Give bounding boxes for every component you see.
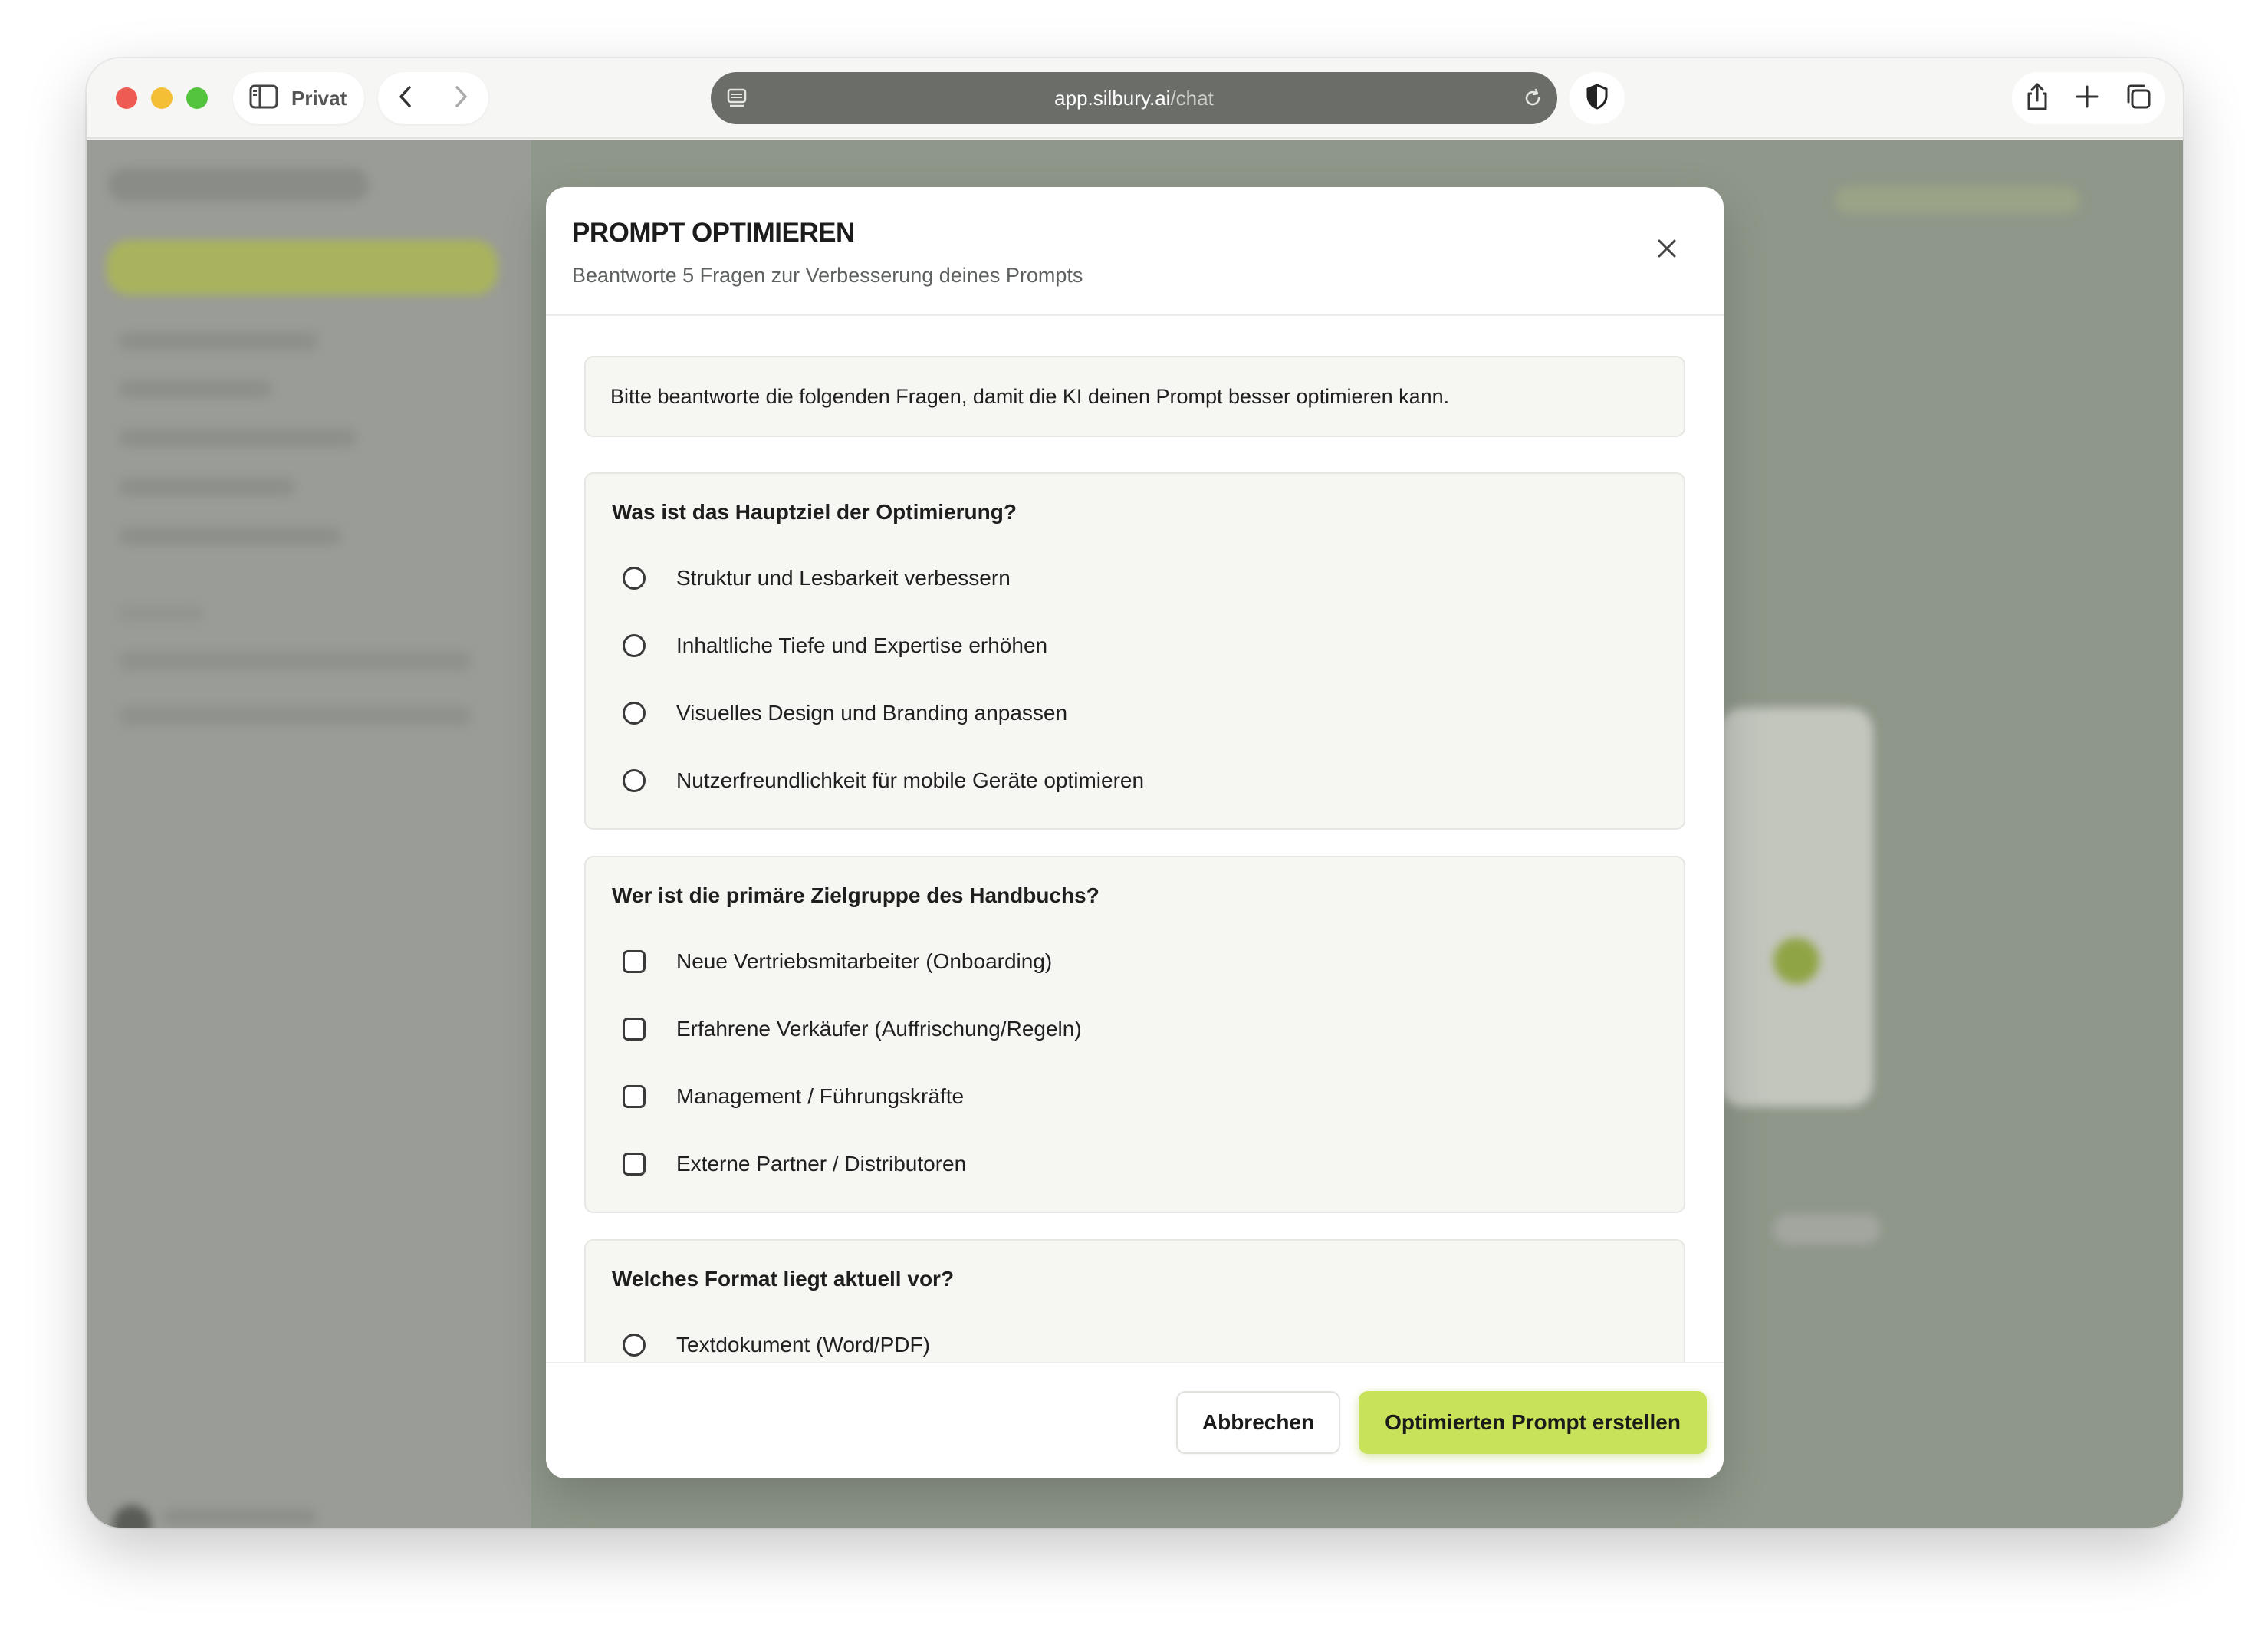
close-dialog-button[interactable] xyxy=(1650,233,1684,267)
radio-option[interactable]: Nutzerfreundlichkeit für mobile Geräte o… xyxy=(623,758,1144,804)
radio-option[interactable]: Textdokument (Word/PDF) xyxy=(623,1322,930,1362)
shield-icon xyxy=(1584,83,1610,114)
radio-button[interactable] xyxy=(623,1334,646,1357)
prompt-optimize-dialog: PROMPT OPTIMIEREN Beantworte 5 Fragen zu… xyxy=(546,187,1724,1478)
app-sidebar-blurred xyxy=(87,140,531,1528)
browser-window: Privat app.silbury.ai/chat PROMPT OPTIMI… xyxy=(87,58,2183,1528)
chevron-left-icon[interactable] xyxy=(394,84,417,113)
radio-button[interactable] xyxy=(623,634,646,657)
url-host: app.silbury.ai xyxy=(1054,86,1171,110)
dialog-footer: Abbrechen Optimierten Prompt erstellen xyxy=(546,1362,1724,1478)
dialog-header: PROMPT OPTIMIEREN Beantworte 5 Fragen zu… xyxy=(546,187,1724,316)
reload-icon[interactable] xyxy=(1520,86,1545,114)
radio-button[interactable] xyxy=(623,567,646,590)
checkbox[interactable] xyxy=(623,1085,646,1108)
checkbox[interactable] xyxy=(623,1018,646,1041)
chevron-right-icon[interactable] xyxy=(449,84,472,113)
close-icon xyxy=(1655,237,1678,264)
toolbar-actions xyxy=(2012,72,2165,124)
zoom-window-button[interactable] xyxy=(186,87,208,109)
sidebar-toggle-button[interactable]: Privat xyxy=(233,72,364,124)
question-title: Wer ist die primäre Zielgruppe des Handb… xyxy=(612,883,1099,907)
cancel-button[interactable]: Abbrechen xyxy=(1176,1391,1340,1454)
option-label: Neue Vertriebsmitarbeiter (Onboarding) xyxy=(676,949,1053,973)
radio-button[interactable] xyxy=(623,702,646,725)
reader-icon[interactable] xyxy=(725,86,749,114)
checkbox-option[interactable]: Externe Partner / Distributoren xyxy=(623,1141,966,1187)
checkbox[interactable] xyxy=(623,950,646,973)
question-title: Welches Format liegt aktuell vor? xyxy=(612,1267,955,1291)
tabs-overview-icon[interactable] xyxy=(2124,82,2153,115)
address-bar[interactable]: app.silbury.ai/chat xyxy=(711,72,1557,124)
radio-button[interactable] xyxy=(623,769,646,792)
checkbox[interactable] xyxy=(623,1153,646,1176)
radio-option[interactable]: Struktur und Lesbarkeit verbessern xyxy=(623,555,1011,601)
close-window-button[interactable] xyxy=(116,87,137,109)
radio-option[interactable]: Visuelles Design und Branding anpassen xyxy=(623,690,1067,736)
intro-text: Bitte beantworte die folgenden Fragen, d… xyxy=(584,356,1685,437)
checkbox-option[interactable]: Management / Führungskräfte xyxy=(623,1074,964,1120)
profile-label: Privat xyxy=(291,86,347,110)
option-label: Textdokument (Word/PDF) xyxy=(676,1333,930,1357)
browser-titlebar: Privat app.silbury.ai/chat xyxy=(87,58,2183,139)
option-label: Inhaltliche Tiefe und Expertise erhöhen xyxy=(676,633,1048,657)
sidebar-icon xyxy=(248,84,279,113)
option-label: Externe Partner / Distributoren xyxy=(676,1152,967,1176)
share-icon[interactable] xyxy=(2024,81,2050,116)
radio-option[interactable]: Inhaltliche Tiefe und Expertise erhöhen xyxy=(623,623,1047,669)
dialog-body[interactable]: Bitte beantworte die folgenden Fragen, d… xyxy=(546,317,1724,1362)
checkbox-option[interactable]: Neue Vertriebsmitarbeiter (Onboarding) xyxy=(623,939,1052,985)
plus-icon[interactable] xyxy=(2074,84,2100,113)
question-card: Wer ist die primäre Zielgruppe des Handb… xyxy=(584,856,1685,1213)
privacy-shield-button[interactable] xyxy=(1570,72,1625,124)
question-card: Welches Format liegt aktuell vor? Textdo… xyxy=(584,1239,1685,1362)
option-label: Management / Führungskräfte xyxy=(676,1084,965,1108)
dialog-subtitle: Beantworte 5 Fragen zur Verbesserung dei… xyxy=(572,264,1083,287)
create-optimized-prompt-button[interactable]: Optimierten Prompt erstellen xyxy=(1359,1391,1707,1454)
minimize-window-button[interactable] xyxy=(151,87,173,109)
option-label: Nutzerfreundlichkeit für mobile Geräte o… xyxy=(676,768,1145,792)
question-card: Was ist das Hauptziel der Optimierung? S… xyxy=(584,472,1685,830)
dialog-title: PROMPT OPTIMIEREN xyxy=(572,218,855,248)
question-title: Was ist das Hauptziel der Optimierung? xyxy=(612,500,1017,524)
option-label: Erfahrene Verkäufer (Auffrischung/Regeln… xyxy=(676,1017,1082,1041)
checkbox-option[interactable]: Erfahrene Verkäufer (Auffrischung/Regeln… xyxy=(623,1006,1082,1052)
navigation-buttons xyxy=(378,72,488,124)
option-label: Visuelles Design und Branding anpassen xyxy=(676,701,1068,725)
url-path: /chat xyxy=(1170,86,1214,110)
option-label: Struktur und Lesbarkeit verbessern xyxy=(676,566,1011,590)
